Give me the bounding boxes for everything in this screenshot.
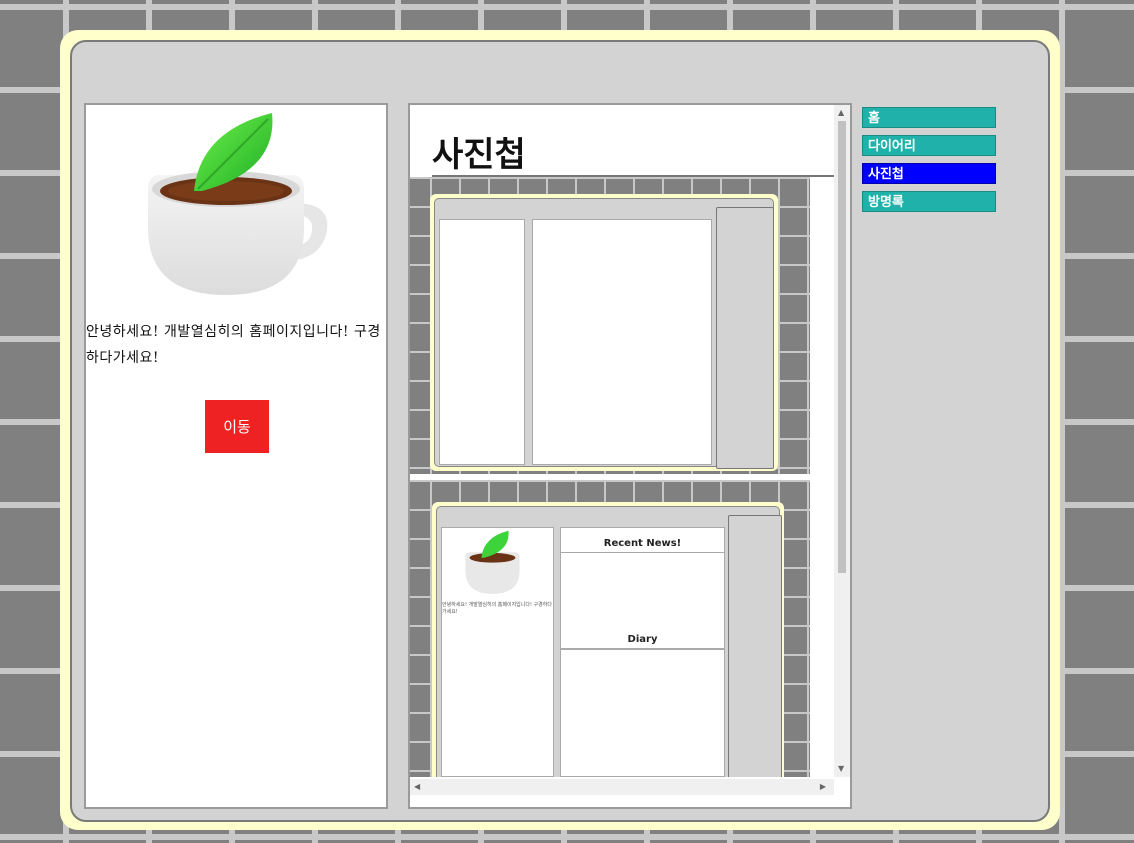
diary-heading: Diary: [627, 634, 658, 645]
gallery-panel: 사진첩 안녕하세요! 개발열심히의 홈페이지입니다! 구경하다가세요! Rece…: [408, 103, 852, 809]
nav-item-photos[interactable]: 사진첩: [862, 163, 996, 184]
page-title: 사진첩: [432, 135, 526, 175]
thumb-inner: [434, 198, 774, 469]
thumb-profile-box: 안녕하세요! 개발열심히의 홈페이지입니다! 구경하다가세요!: [441, 527, 554, 777]
thumb-frame: 안녕하세요! 개발열심히의 홈페이지입니다! 구경하다가세요! Recent N…: [432, 502, 784, 777]
inner-frame: 안녕하세요! 개발열심히의 홈페이지입니다! 구경하다가세요! 이동 사진첩 안…: [70, 40, 1050, 822]
scrollbar-thumb[interactable]: [838, 121, 846, 573]
outer-frame: 안녕하세요! 개발열심히의 홈페이지입니다! 구경하다가세요! 이동 사진첩 안…: [60, 30, 1060, 830]
scroll-left-arrow-icon[interactable]: ◀: [414, 782, 420, 792]
go-button[interactable]: 이동: [205, 400, 269, 453]
mini-coffee-cup-icon: [465, 530, 520, 594]
coffee-cup-logo-icon: [148, 113, 328, 295]
recent-news-heading: Recent News!: [603, 538, 682, 549]
intro-text: 안녕하세요! 개발열심히의 홈페이지입니다! 구경하다가세요!: [86, 324, 381, 366]
gallery-photo-2[interactable]: 안녕하세요! 개발열심히의 홈페이지입니다! 구경하다가세요! Recent N…: [410, 480, 810, 777]
thumb-news-box: Recent News! Diary: [560, 527, 725, 777]
gallery-photo-1[interactable]: [410, 177, 810, 474]
nav-item-diary[interactable]: 다이어리: [862, 135, 996, 156]
thumb-side-box: [728, 515, 782, 777]
news-divider: [561, 552, 724, 553]
scroll-down-arrow-icon[interactable]: ▼: [838, 764, 844, 774]
mini-intro-text: 안녕하세요! 개발열심히의 홈페이지입니다! 구경하다가세요!: [442, 602, 552, 615]
thumb-inner: 안녕하세요! 개발열심히의 홈페이지입니다! 구경하다가세요! Recent N…: [436, 506, 782, 777]
scroll-right-arrow-icon[interactable]: ▶: [820, 782, 826, 792]
section-divider: [561, 648, 724, 650]
horizontal-scrollbar[interactable]: ◀ ▶: [410, 779, 834, 795]
profile-panel: 안녕하세요! 개발열심히의 홈페이지입니다! 구경하다가세요! 이동: [84, 103, 388, 809]
thumb-center-box: [532, 219, 712, 465]
nav-item-guestbook[interactable]: 방명록: [862, 191, 996, 212]
thumb-frame: [430, 194, 778, 471]
nav-item-home[interactable]: 홈: [862, 107, 996, 128]
side-nav: 홈 다이어리 사진첩 방명록: [862, 107, 996, 219]
vertical-scrollbar[interactable]: ▲ ▼: [834, 105, 850, 777]
thumb-left-box: [439, 219, 525, 465]
scroll-up-arrow-icon[interactable]: ▲: [838, 108, 844, 118]
thumb-side-box: [716, 207, 774, 469]
